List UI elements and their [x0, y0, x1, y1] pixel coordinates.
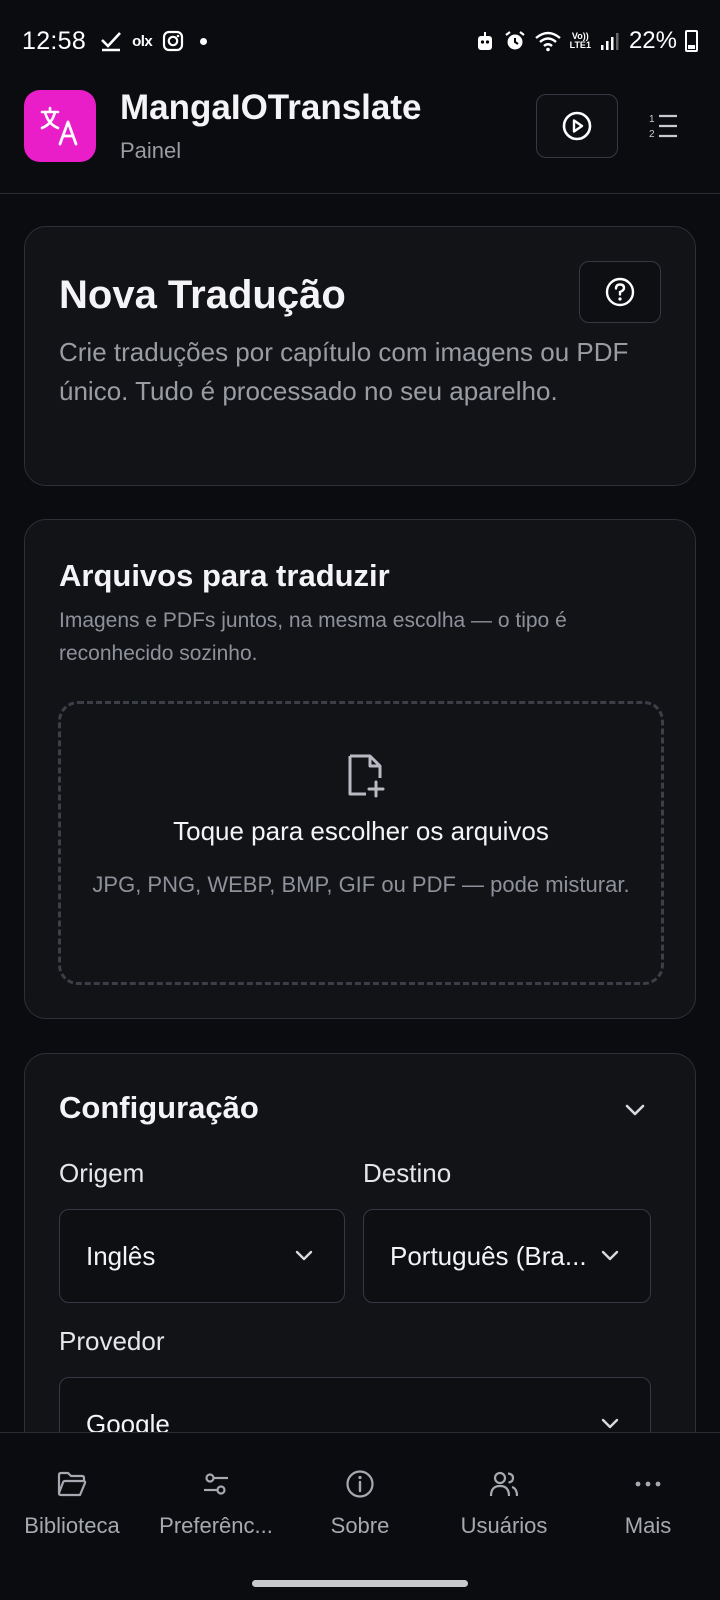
app-header: MangaIOTranslate Painel 1 2: [0, 82, 720, 194]
info-icon: [343, 1467, 377, 1501]
app-subtitle: Painel: [120, 138, 182, 163]
target-language-label: Destino: [363, 1158, 452, 1188]
svg-text:2: 2: [649, 129, 655, 140]
status-right-icons: Vo)) LTE1 22%: [474, 27, 698, 55]
gesture-handle[interactable]: [252, 1580, 468, 1587]
network-label-bottom: LTE1: [569, 40, 591, 50]
nav-label-preferences: Preferênc...: [159, 1513, 273, 1538]
svg-text:1: 1: [649, 114, 655, 125]
translate-icon: [40, 106, 78, 146]
battery-icon: [685, 30, 698, 52]
files-card: Arquivos para traduzir Imagens e PDFs ju…: [24, 519, 696, 1019]
new-translation-title: Nova Tradução: [59, 273, 346, 317]
help-icon: [605, 277, 635, 307]
config-collapse-toggle[interactable]: [617, 1092, 653, 1128]
instagram-icon: [162, 30, 184, 52]
provider-label: Provedor: [59, 1326, 165, 1356]
bottom-navigation: Biblioteca Preferênc... Sobre Usuários M…: [0, 1432, 720, 1568]
target-language-value: Português (Bra...: [390, 1240, 587, 1271]
dropzone-hint: JPG, PNG, WEBP, BMP, GIF ou PDF — pode m…: [92, 872, 630, 897]
file-dropzone[interactable]: Toque para escolher os arquivos JPG, PNG…: [58, 701, 664, 985]
status-time: 12:58: [22, 26, 87, 55]
nav-label-more: Mais: [624, 1513, 672, 1538]
network-type: Vo)) LTE1: [570, 32, 591, 50]
files-description: Imagens e PDFs juntos, na mesma escolha …: [59, 609, 567, 665]
users-icon: [487, 1467, 521, 1501]
chevron-down-icon: [625, 1104, 645, 1116]
dropzone-title: Toque para escolher os arquivos: [173, 816, 549, 846]
status-left-icons: olx: [100, 30, 208, 52]
alarm-icon: [504, 30, 526, 52]
gesture-bar: [0, 1568, 720, 1600]
olx-icon: olx: [132, 32, 153, 50]
notification-dot: [200, 37, 208, 45]
folder-icon: [55, 1467, 89, 1501]
app-title: MangaIOTranslate: [120, 88, 422, 127]
more-icon: [631, 1467, 665, 1501]
ordered-list-button[interactable]: 1 2: [640, 102, 688, 150]
source-language-label: Origem: [59, 1158, 145, 1188]
sliders-icon: [199, 1467, 233, 1501]
status-bar: 12:58 olx Vo)) LTE1 22%: [0, 0, 720, 82]
wifi-icon: [534, 30, 562, 52]
chevron-down-icon: [290, 1242, 318, 1270]
file-plus-icon: [348, 754, 385, 798]
help-button[interactable]: [579, 261, 661, 323]
config-title: Configuração: [59, 1090, 259, 1125]
nav-label-library: Biblioteca: [24, 1513, 120, 1538]
signal-icon: [599, 30, 621, 52]
robot-icon: [474, 30, 496, 52]
nav-label-about: Sobre: [330, 1513, 390, 1538]
nav-item-preferences[interactable]: Preferênc...: [144, 1433, 288, 1568]
target-language-select[interactable]: Português (Bra...: [363, 1209, 651, 1303]
play-button[interactable]: [536, 94, 618, 158]
source-language-value: Inglês: [86, 1240, 156, 1271]
play-icon: [562, 111, 592, 141]
ordered-list-icon: 1 2: [649, 114, 677, 140]
battery-percent: 22%: [628, 27, 677, 54]
nav-item-about[interactable]: Sobre: [288, 1433, 432, 1568]
nav-label-users: Usuários: [460, 1513, 548, 1538]
new-translation-card: Nova Tradução Crie traduções por capítul…: [24, 226, 696, 486]
nav-item-library[interactable]: Biblioteca: [0, 1433, 144, 1568]
nav-item-users[interactable]: Usuários: [432, 1433, 576, 1568]
source-language-select[interactable]: Inglês: [59, 1209, 345, 1303]
app-logo: [24, 90, 96, 162]
new-translation-description: Crie traduções por capítulo com imagens …: [59, 337, 629, 406]
check-icon: [100, 30, 122, 52]
chevron-down-icon: [596, 1242, 624, 1270]
nav-item-more[interactable]: Mais: [576, 1433, 720, 1568]
files-title: Arquivos para traduzir: [59, 558, 390, 593]
